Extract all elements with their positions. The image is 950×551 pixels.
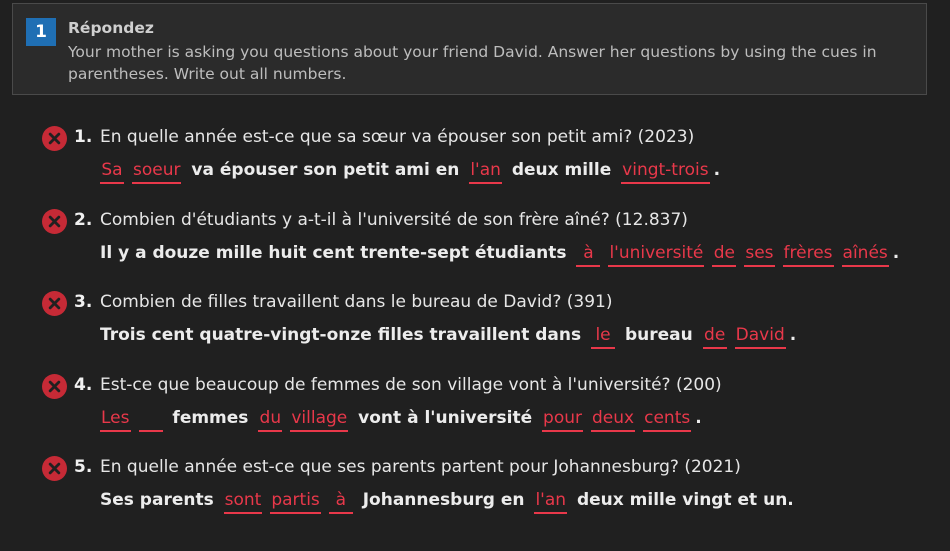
question-text: En quelle année est-ce que sa sœur va ép…: [100, 127, 695, 147]
answer-blank[interactable]: frères: [782, 243, 834, 267]
question-number: 1.: [74, 127, 93, 147]
question-text: Est-ce que beaucoup de femmes de son vil…: [100, 374, 722, 395]
answer-text: .: [713, 160, 721, 180]
answer-blank[interactable]: ses: [744, 243, 775, 267]
answer-blank[interactable]: Sa: [100, 160, 124, 184]
answer-blank[interactable]: à: [328, 490, 353, 514]
answer-text: vont à l'université: [352, 407, 539, 428]
answer-blank[interactable]: l'an: [534, 490, 568, 514]
answer-text: bureau: [619, 325, 699, 345]
instructions-panel: 1 Répondez Your mother is asking you que…: [12, 3, 927, 95]
answer-text: .: [892, 242, 900, 263]
answer-text: deux mille vingt et un.: [571, 490, 794, 510]
answer-blank[interactable]: le: [591, 325, 616, 349]
answer-blank[interactable]: aînés: [841, 243, 889, 267]
question-number: 5.: [74, 457, 93, 477]
answer-blank[interactable]: sont: [223, 490, 263, 514]
answer-blank[interactable]: du: [258, 408, 283, 432]
question-number: 2.: [74, 209, 93, 230]
answer-line: Sa soeur va épouser son petit ami en l'an…: [100, 160, 720, 184]
answer-text: Ses parents: [100, 490, 220, 510]
exercise-number-badge: 1: [26, 18, 56, 46]
incorrect-icon: [42, 291, 67, 316]
answer-blank[interactable]: l'université: [608, 243, 705, 267]
answer-text: .: [695, 407, 702, 428]
answer-line: Les femmes du village vont à l'université…: [100, 408, 702, 432]
answer-blank[interactable]: village: [290, 408, 349, 432]
answer-blank[interactable]: cents: [643, 408, 692, 432]
answer-blank[interactable]: [138, 408, 163, 432]
exercise-instructions: Your mother is asking you questions abou…: [68, 43, 877, 83]
answer-blank[interactable]: David: [734, 325, 786, 349]
question-text: En quelle année est-ce que ses parents p…: [100, 457, 741, 477]
answer-line: Ses parents sont partis à Johannesburg en …: [100, 490, 794, 514]
question-number: 4.: [74, 374, 93, 395]
answer-text: Trois cent quatre-vingt-onze filles trav…: [100, 325, 588, 345]
answer-text: .: [789, 325, 797, 345]
answer-blank[interactable]: de: [712, 243, 737, 267]
answer-blank[interactable]: soeur: [132, 160, 182, 184]
question-text: Combien de filles travaillent dans le bu…: [100, 292, 613, 312]
answer-blank[interactable]: de: [702, 325, 727, 349]
answer-blank[interactable]: vingt-trois: [621, 160, 710, 184]
answer-blank[interactable]: partis: [270, 490, 321, 514]
incorrect-icon: [42, 208, 67, 234]
answer-text: Il y a douze mille huit cent trente-sept…: [100, 242, 573, 263]
answer-text: deux mille: [505, 160, 618, 180]
answer-line: Il y a douze mille huit cent trente-sept…: [100, 243, 899, 267]
answer-text: femmes: [166, 407, 255, 428]
answer-blank[interactable]: l'an: [469, 160, 502, 184]
exercise-title: Répondez: [68, 19, 154, 37]
incorrect-icon: [42, 373, 67, 399]
answer-blank[interactable]: Les: [100, 408, 131, 432]
answer-blank[interactable]: deux: [591, 408, 636, 432]
answer-text: Johannesburg en: [356, 490, 531, 510]
answer-blank[interactable]: à: [576, 243, 601, 267]
incorrect-icon: [42, 126, 67, 151]
question-text: Combien d'étudiants y a-t-il à l'univers…: [100, 209, 688, 230]
answer-line: Trois cent quatre-vingt-onze filles trav…: [100, 325, 796, 349]
answer-text: va épouser son petit ami en: [185, 160, 466, 180]
answer-blank[interactable]: pour: [542, 408, 584, 432]
incorrect-icon: [42, 456, 67, 481]
question-number: 3.: [74, 292, 93, 312]
